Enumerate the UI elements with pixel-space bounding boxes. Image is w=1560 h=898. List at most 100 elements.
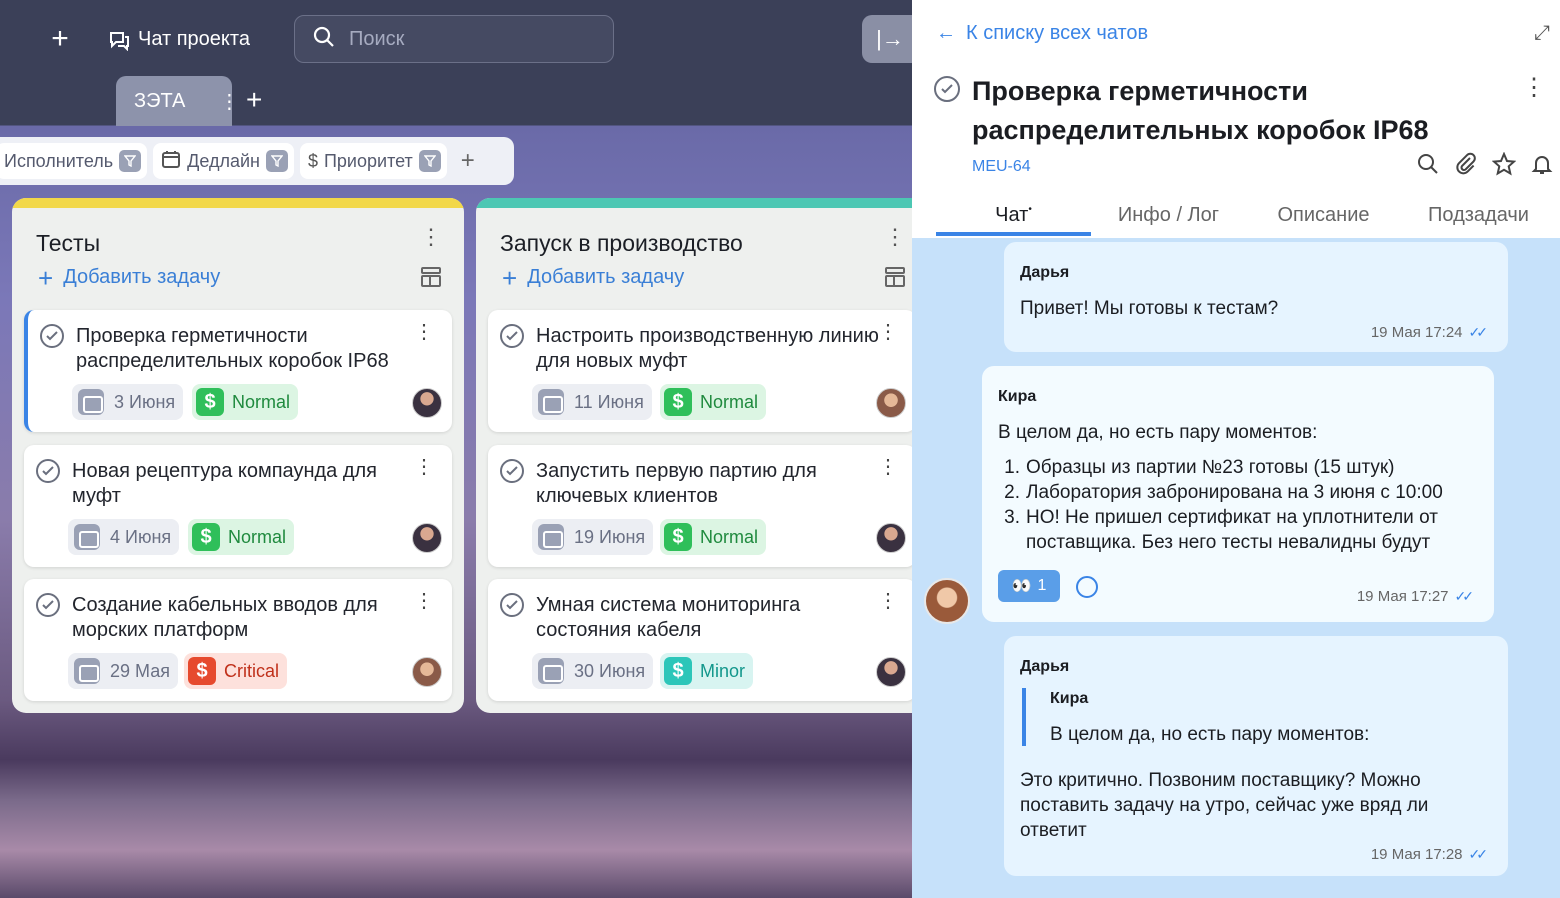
attachment-icon[interactable] — [1454, 152, 1478, 176]
search-box[interactable] — [294, 15, 614, 63]
deadline-badge[interactable]: 3 Июня — [72, 384, 184, 420]
card-menu-icon[interactable]: ⋮ — [414, 322, 434, 342]
task-card[interactable]: Запустить первую партию для ключевых кли… — [488, 445, 912, 567]
priority-badge[interactable]: $ Normal — [660, 519, 767, 555]
card-menu-icon[interactable]: ⋮ — [878, 457, 898, 477]
list-item: 1. Образцы из партии №23 готовы (15 штук) — [1004, 457, 1395, 478]
add-task-button[interactable]: + Добавить задачу — [38, 265, 220, 291]
filter-icon[interactable] — [119, 150, 142, 172]
back-to-chats-label: К списку всех чатов — [966, 22, 1149, 44]
add-project-tab-button[interactable]: + — [246, 86, 262, 114]
column-menu-icon[interactable]: ⋮ — [420, 226, 442, 248]
column-title: Тесты — [36, 230, 101, 256]
filter-assignee[interactable]: Исполнитель — [0, 143, 148, 179]
collapse-panel-button[interactable]: |→ — [862, 15, 912, 63]
task-card[interactable]: Умная система мониторинга состояния кабе… — [488, 579, 912, 701]
search-icon[interactable] — [1416, 152, 1440, 176]
star-icon[interactable] — [1491, 151, 1517, 176]
view-options-icon[interactable] — [420, 266, 442, 288]
tab-description[interactable]: Описание — [1246, 198, 1401, 236]
tab-subtasks[interactable]: Подзадачи — [1401, 198, 1556, 236]
expand-icon[interactable]: ⤢ — [1534, 22, 1550, 45]
quoted-message[interactable]: Кира В целом да, но есть пару моментов: — [1022, 688, 1369, 746]
card-menu-icon[interactable]: ⋮ — [878, 591, 898, 611]
assignee-avatar[interactable] — [876, 388, 906, 418]
card-menu-icon[interactable]: ⋮ — [414, 457, 434, 477]
deadline-badge[interactable]: 30 Июня — [532, 653, 654, 689]
assignee-avatar[interactable] — [412, 388, 442, 418]
bell-icon[interactable] — [1530, 152, 1554, 176]
project-tab-menu-icon[interactable]: ⋮ — [219, 89, 239, 114]
task-status-icon[interactable] — [500, 593, 524, 617]
assignee-avatar[interactable] — [412, 523, 442, 553]
task-status-icon[interactable] — [36, 459, 60, 483]
tab-info-log[interactable]: Инфо / Лог — [1091, 198, 1246, 236]
message-time-text: 19 Мая 17:24 — [1370, 324, 1463, 341]
filter-assignee-label: Исполнитель — [4, 150, 114, 171]
search-input[interactable] — [349, 27, 589, 51]
task-title: Проверка герметичности распределительных… — [76, 325, 389, 372]
dollar-icon: $ — [196, 388, 224, 416]
task-status-icon[interactable] — [934, 76, 960, 102]
top-bar: + Чат проекта |→ ЗЭТА ⋮ + — [0, 0, 912, 126]
task-title: Настроить производственную линию для нов… — [536, 325, 879, 372]
plus-icon: + — [502, 262, 518, 293]
priority-badge[interactable]: $ Critical — [184, 653, 288, 689]
back-to-chats-link[interactable]: ← К списку всех чатов — [936, 22, 1148, 45]
deadline-badge[interactable]: 4 Июня — [68, 519, 180, 555]
add-button[interactable]: + — [44, 24, 76, 56]
view-options-icon[interactable] — [884, 266, 906, 288]
collapse-icon: |→ — [876, 26, 904, 51]
chat-tabs: Чат• Инфо / Лог Описание Подзадачи — [936, 198, 1556, 236]
assignee-avatar[interactable] — [412, 657, 442, 687]
add-filter-button[interactable]: + — [461, 147, 475, 175]
column-production: Запуск в производство ⋮ + Добавить задачу… — [476, 198, 912, 713]
priority-badge[interactable]: $ Normal — [660, 384, 767, 420]
unread-dot-icon: • — [1028, 204, 1032, 215]
task-card[interactable]: Настроить производственную линию для нов… — [488, 310, 912, 432]
task-menu-icon[interactable]: ⋮ — [1522, 76, 1546, 100]
column-stripe — [12, 198, 464, 208]
message-time: 19 Мая 17:27 ✓✓ — [1357, 588, 1474, 605]
priority-badge[interactable]: $ Minor — [660, 653, 754, 689]
dollar-icon: $ — [664, 388, 692, 416]
priority-text: Critical — [224, 660, 280, 681]
priority-badge[interactable]: $ Normal — [192, 384, 299, 420]
assignee-avatar[interactable] — [876, 523, 906, 553]
task-code[interactable]: MEU-64 — [972, 158, 1031, 176]
task-status-icon[interactable] — [36, 593, 60, 617]
priority-text: Normal — [700, 391, 759, 412]
project-tab[interactable]: ЗЭТА ⋮ — [116, 76, 239, 126]
add-reaction-icon[interactable] — [1076, 576, 1098, 598]
deadline-badge[interactable]: 11 Июня — [532, 384, 652, 420]
priority-badge[interactable]: $ Normal — [188, 519, 295, 555]
deadline-badge[interactable]: 19 Июня — [532, 519, 654, 555]
column-stripe — [476, 198, 912, 208]
project-chat-button[interactable]: Чат проекта — [108, 28, 250, 51]
reaction-badge[interactable]: 👀 1 — [998, 570, 1060, 602]
filter-icon[interactable] — [418, 150, 441, 172]
message-author: Кира — [998, 388, 1037, 405]
add-task-button[interactable]: + Добавить задачу — [502, 262, 684, 293]
task-status-icon[interactable] — [500, 459, 524, 483]
card-menu-icon[interactable]: ⋮ — [878, 322, 898, 342]
sender-avatar[interactable] — [924, 578, 970, 624]
filter-deadline[interactable]: Дедлайн — [153, 143, 294, 179]
task-title: Запустить первую партию для ключевых кли… — [536, 460, 817, 507]
filter-priority[interactable]: $ Приоритет — [299, 143, 447, 179]
search-icon — [313, 26, 335, 53]
task-card[interactable]: Создание кабельных вводов для морских пл… — [24, 579, 452, 701]
task-status-icon[interactable] — [40, 324, 64, 348]
filter-bar: Исполнитель Дедлайн $ Приоритет + — [0, 137, 514, 185]
read-ticks-icon: ✓✓ — [1468, 846, 1489, 862]
assignee-avatar[interactable] — [876, 657, 906, 687]
card-menu-icon[interactable]: ⋮ — [414, 591, 434, 611]
filter-icon[interactable] — [265, 150, 288, 172]
column-menu-icon[interactable]: ⋮ — [884, 226, 906, 248]
deadline-text: 30 Июня — [574, 660, 646, 681]
task-card[interactable]: Проверка герметичности распределительных… — [24, 310, 452, 432]
task-card[interactable]: Новая рецептура компаунда для муфт ⋮ 4 И… — [24, 445, 452, 567]
task-status-icon[interactable] — [500, 324, 524, 348]
deadline-badge[interactable]: 29 Мая — [68, 653, 178, 689]
tab-chat[interactable]: Чат• — [936, 198, 1091, 236]
